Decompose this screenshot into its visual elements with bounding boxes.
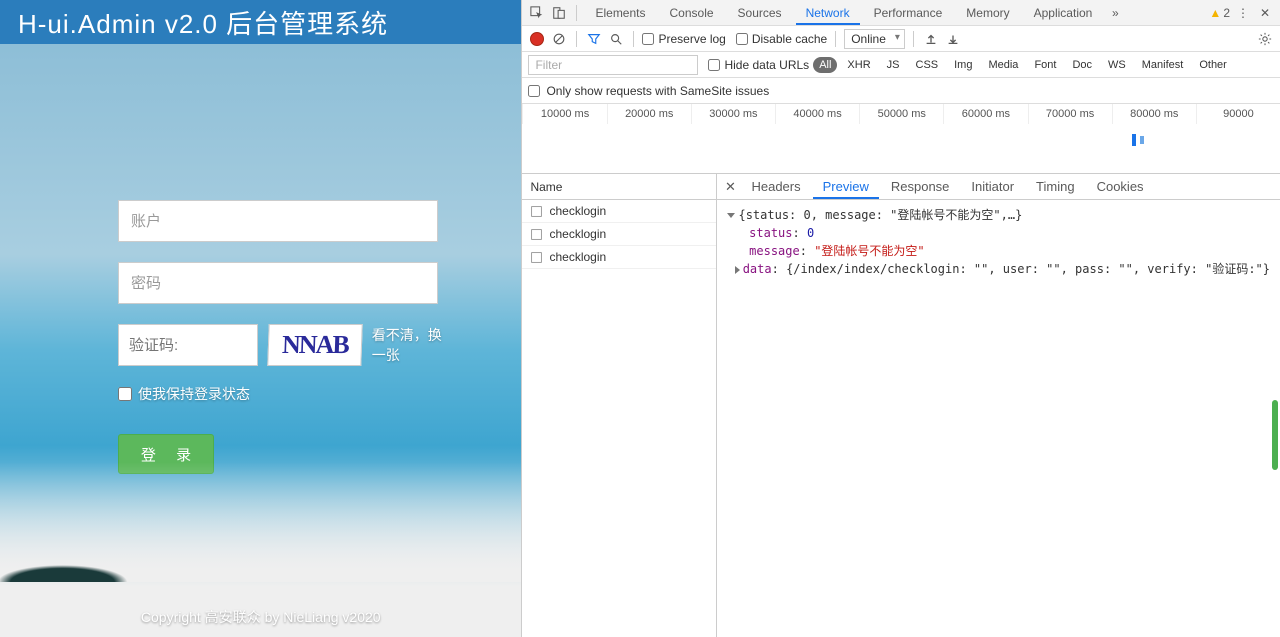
tab-performance[interactable]: Performance [864, 1, 953, 25]
detail-tab-response[interactable]: Response [881, 174, 960, 199]
filter-type-media[interactable]: Media [982, 57, 1024, 73]
filter-type-xhr[interactable]: XHR [841, 57, 876, 73]
scrollbar[interactable] [1272, 400, 1278, 470]
filter-type-js[interactable]: JS [881, 57, 906, 73]
close-devtools-icon[interactable]: ✕ [1256, 4, 1274, 22]
throttling-select[interactable]: Online [844, 29, 905, 49]
samesite-row: Only show requests with SameSite issues [522, 78, 1280, 104]
tab-console[interactable]: Console [660, 1, 724, 25]
device-toggle-icon[interactable] [550, 4, 568, 22]
devtools-panel: Elements Console Sources Network Perform… [521, 0, 1280, 637]
tab-elements[interactable]: Elements [585, 1, 655, 25]
login-form: NNAB 看不清，换一张 使我保持登录状态 登 录 [118, 200, 448, 474]
tab-application[interactable]: Application [1024, 1, 1103, 25]
disable-cache-checkbox[interactable]: Disable cache [736, 32, 827, 46]
tl-tick: 30000 ms [691, 104, 775, 124]
request-item[interactable]: checklogin [522, 200, 716, 223]
captcha-image[interactable]: NNAB [267, 324, 362, 366]
tl-tick: 40000 ms [775, 104, 859, 124]
hide-data-urls-checkbox[interactable]: Hide data URLs [708, 58, 809, 72]
captcha-refresh-link[interactable]: 看不清，换一张 [372, 325, 448, 365]
close-detail-icon[interactable]: ✕ [721, 178, 739, 196]
filter-type-all[interactable]: All [813, 57, 837, 73]
filter-type-css[interactable]: CSS [910, 57, 945, 73]
request-item[interactable]: checklogin [522, 223, 716, 246]
filter-input[interactable] [528, 55, 698, 75]
remember-checkbox[interactable] [118, 387, 132, 401]
upload-har-icon[interactable] [922, 30, 940, 48]
password-input[interactable] [118, 262, 438, 304]
preserve-log-checkbox[interactable]: Preserve log [642, 32, 725, 46]
filter-type-manifest[interactable]: Manifest [1136, 57, 1190, 73]
footer-text: Copyright 高安联众 by NieLiang v2020 [0, 607, 521, 627]
page-title: H-ui.Admin v2.0 后台管理系统 [0, 0, 521, 44]
preview-body[interactable]: {status: 0, message: "登陆帐号不能为空",…} statu… [717, 200, 1280, 637]
network-toolbar: Preserve log Disable cache Online [522, 26, 1280, 52]
account-input[interactable] [118, 200, 438, 242]
network-settings-icon[interactable] [1256, 30, 1274, 48]
search-icon[interactable] [607, 30, 625, 48]
detail-tab-initiator[interactable]: Initiator [961, 174, 1024, 199]
expand-icon[interactable] [727, 213, 735, 218]
timeline-marker [1132, 134, 1136, 146]
tl-tick: 80000 ms [1112, 104, 1196, 124]
clear-icon[interactable] [550, 30, 568, 48]
more-tabs-icon[interactable]: » [1106, 4, 1124, 22]
remember-text: 使我保持登录状态 [138, 384, 250, 404]
tl-tick: 70000 ms [1028, 104, 1112, 124]
tab-sources[interactable]: Sources [728, 1, 792, 25]
expand-icon[interactable] [735, 266, 740, 274]
detail-tab-headers[interactable]: Headers [741, 174, 810, 199]
download-har-icon[interactable] [944, 30, 962, 48]
tl-tick: 50000 ms [859, 104, 943, 124]
login-page: H-ui.Admin v2.0 后台管理系统 NNAB 看不清，换一张 使我保持… [0, 0, 521, 637]
samesite-checkbox[interactable]: Only show requests with SameSite issues [528, 84, 769, 98]
request-item[interactable]: checklogin [522, 246, 716, 269]
filter-type-other[interactable]: Other [1193, 57, 1233, 73]
detail-tab-preview[interactable]: Preview [813, 174, 879, 199]
settings-menu-icon[interactable]: ⋮ [1234, 4, 1252, 22]
request-list-header: Name [522, 174, 716, 200]
detail-tab-timing[interactable]: Timing [1026, 174, 1085, 199]
filter-icon[interactable] [585, 30, 603, 48]
detail-tab-cookies[interactable]: Cookies [1087, 174, 1154, 199]
request-list: Name checklogin checklogin checklogin [522, 174, 717, 637]
filter-type-ws[interactable]: WS [1102, 57, 1132, 73]
captcha-input[interactable] [118, 324, 258, 366]
record-button[interactable] [528, 30, 546, 48]
tab-network[interactable]: Network [796, 1, 860, 25]
tl-tick: 90000 [1196, 104, 1280, 124]
login-button[interactable]: 登 录 [118, 434, 214, 474]
tl-tick: 60000 ms [943, 104, 1027, 124]
remember-checkbox-label[interactable]: 使我保持登录状态 [118, 384, 448, 404]
warnings-badge[interactable]: ▲2 [1209, 6, 1230, 20]
tl-tick: 20000 ms [607, 104, 691, 124]
filter-type-font[interactable]: Font [1028, 57, 1062, 73]
inspect-icon[interactable] [528, 4, 546, 22]
network-timeline[interactable]: 10000 ms 20000 ms 30000 ms 40000 ms 5000… [522, 104, 1280, 174]
request-detail: ✕ Headers Preview Response Initiator Tim… [717, 174, 1280, 637]
timeline-marker [1140, 136, 1144, 144]
filter-type-doc[interactable]: Doc [1066, 57, 1098, 73]
filter-bar: Hide data URLs All XHR JS CSS Img Media … [522, 52, 1280, 78]
devtools-top-bar: Elements Console Sources Network Perform… [522, 0, 1280, 26]
tl-tick: 10000 ms [522, 104, 606, 124]
filter-type-img[interactable]: Img [948, 57, 978, 73]
tab-memory[interactable]: Memory [956, 1, 1019, 25]
